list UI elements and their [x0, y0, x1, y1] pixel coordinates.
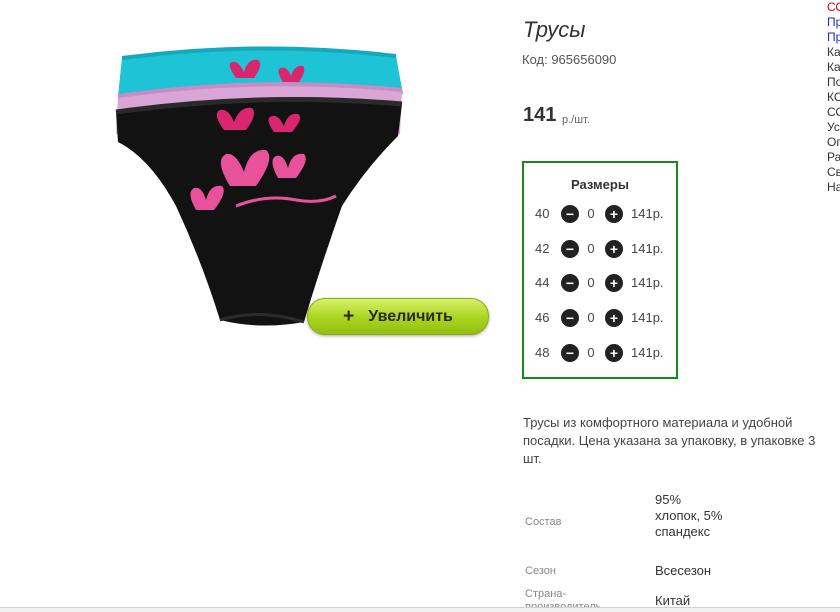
- size-price: 141р.: [631, 241, 664, 256]
- nav-link[interactable]: Пр: [827, 15, 840, 30]
- size-label: 42: [535, 241, 550, 256]
- size-quantity: 0: [587, 345, 595, 360]
- decrease-icon[interactable]: −: [561, 205, 579, 223]
- size-quantity: 0: [587, 206, 595, 221]
- nav-link[interactable]: КС: [827, 90, 840, 105]
- increase-icon[interactable]: +: [605, 309, 623, 327]
- size-price: 141р.: [631, 345, 664, 360]
- zoom-button-label: Увеличить: [368, 307, 453, 325]
- size-quantity: 0: [587, 275, 595, 290]
- plus-icon: +: [343, 306, 355, 327]
- size-price: 141р.: [631, 310, 664, 325]
- product-description: Трусы из комфортного материала и удобной…: [523, 415, 816, 466]
- nav-link[interactable]: Ка: [827, 60, 840, 75]
- increase-icon[interactable]: +: [605, 274, 623, 292]
- decrease-icon[interactable]: −: [561, 309, 579, 327]
- nav-link[interactable]: На: [827, 180, 840, 195]
- nav-link[interactable]: Ра: [827, 150, 840, 165]
- nav-link[interactable]: СО: [827, 0, 840, 15]
- spec-label-composition: Состав: [525, 516, 562, 528]
- right-nav: СО Пр Пр Ка Ка По КС СО Ус Оп Ра Св На: [827, 0, 840, 195]
- size-row: 48 − 0 + 141р.: [524, 342, 676, 364]
- nav-link[interactable]: Оп: [827, 135, 840, 150]
- increase-icon[interactable]: +: [605, 240, 623, 258]
- increase-icon[interactable]: +: [605, 344, 623, 362]
- size-quantity: 0: [587, 241, 595, 256]
- nav-link[interactable]: Ус: [827, 120, 840, 135]
- nav-link[interactable]: Св: [827, 165, 840, 180]
- product-title: Трусы: [523, 17, 586, 42]
- decrease-icon[interactable]: −: [561, 344, 579, 362]
- product-code: Код: 965656090: [522, 52, 617, 67]
- nav-link[interactable]: По: [827, 75, 840, 90]
- spec-value-composition: 95% хлопок, 5% спандекс: [655, 492, 723, 539]
- size-price: 141р.: [631, 206, 664, 221]
- size-label: 46: [535, 310, 550, 325]
- spec-value-season: Всесезон: [655, 563, 712, 578]
- increase-icon[interactable]: +: [605, 205, 623, 223]
- zoom-button[interactable]: + Увеличить: [307, 298, 489, 335]
- nav-link[interactable]: Ка: [827, 45, 840, 60]
- sizes-title: Размеры: [571, 177, 629, 192]
- decrease-icon[interactable]: −: [561, 274, 579, 292]
- decrease-icon[interactable]: −: [561, 240, 579, 258]
- size-label: 40: [535, 206, 550, 221]
- bottom-scroll-strip[interactable]: [0, 608, 840, 612]
- size-quantity: 0: [587, 310, 595, 325]
- size-price: 141р.: [631, 275, 664, 290]
- size-row: 46 − 0 + 141р.: [524, 307, 676, 329]
- price-unit: р./шт.: [562, 114, 590, 126]
- nav-link[interactable]: СО: [827, 105, 840, 120]
- size-label: 44: [535, 275, 550, 290]
- spec-label-country: Страна-производитель: [525, 588, 602, 607]
- sizes-panel: Размеры 40 − 0 + 141р. 42 − 0 + 141р. 44…: [522, 161, 678, 379]
- product-price: 141: [523, 104, 557, 126]
- size-row: 42 − 0 + 141р.: [524, 238, 676, 260]
- size-row: 40 − 0 + 141р.: [524, 203, 676, 225]
- spec-label-season: Сезон: [525, 565, 556, 577]
- product-image[interactable]: [110, 38, 410, 328]
- size-label: 48: [535, 345, 550, 360]
- size-row: 44 − 0 + 141р.: [524, 272, 676, 294]
- nav-link[interactable]: Пр: [827, 30, 840, 45]
